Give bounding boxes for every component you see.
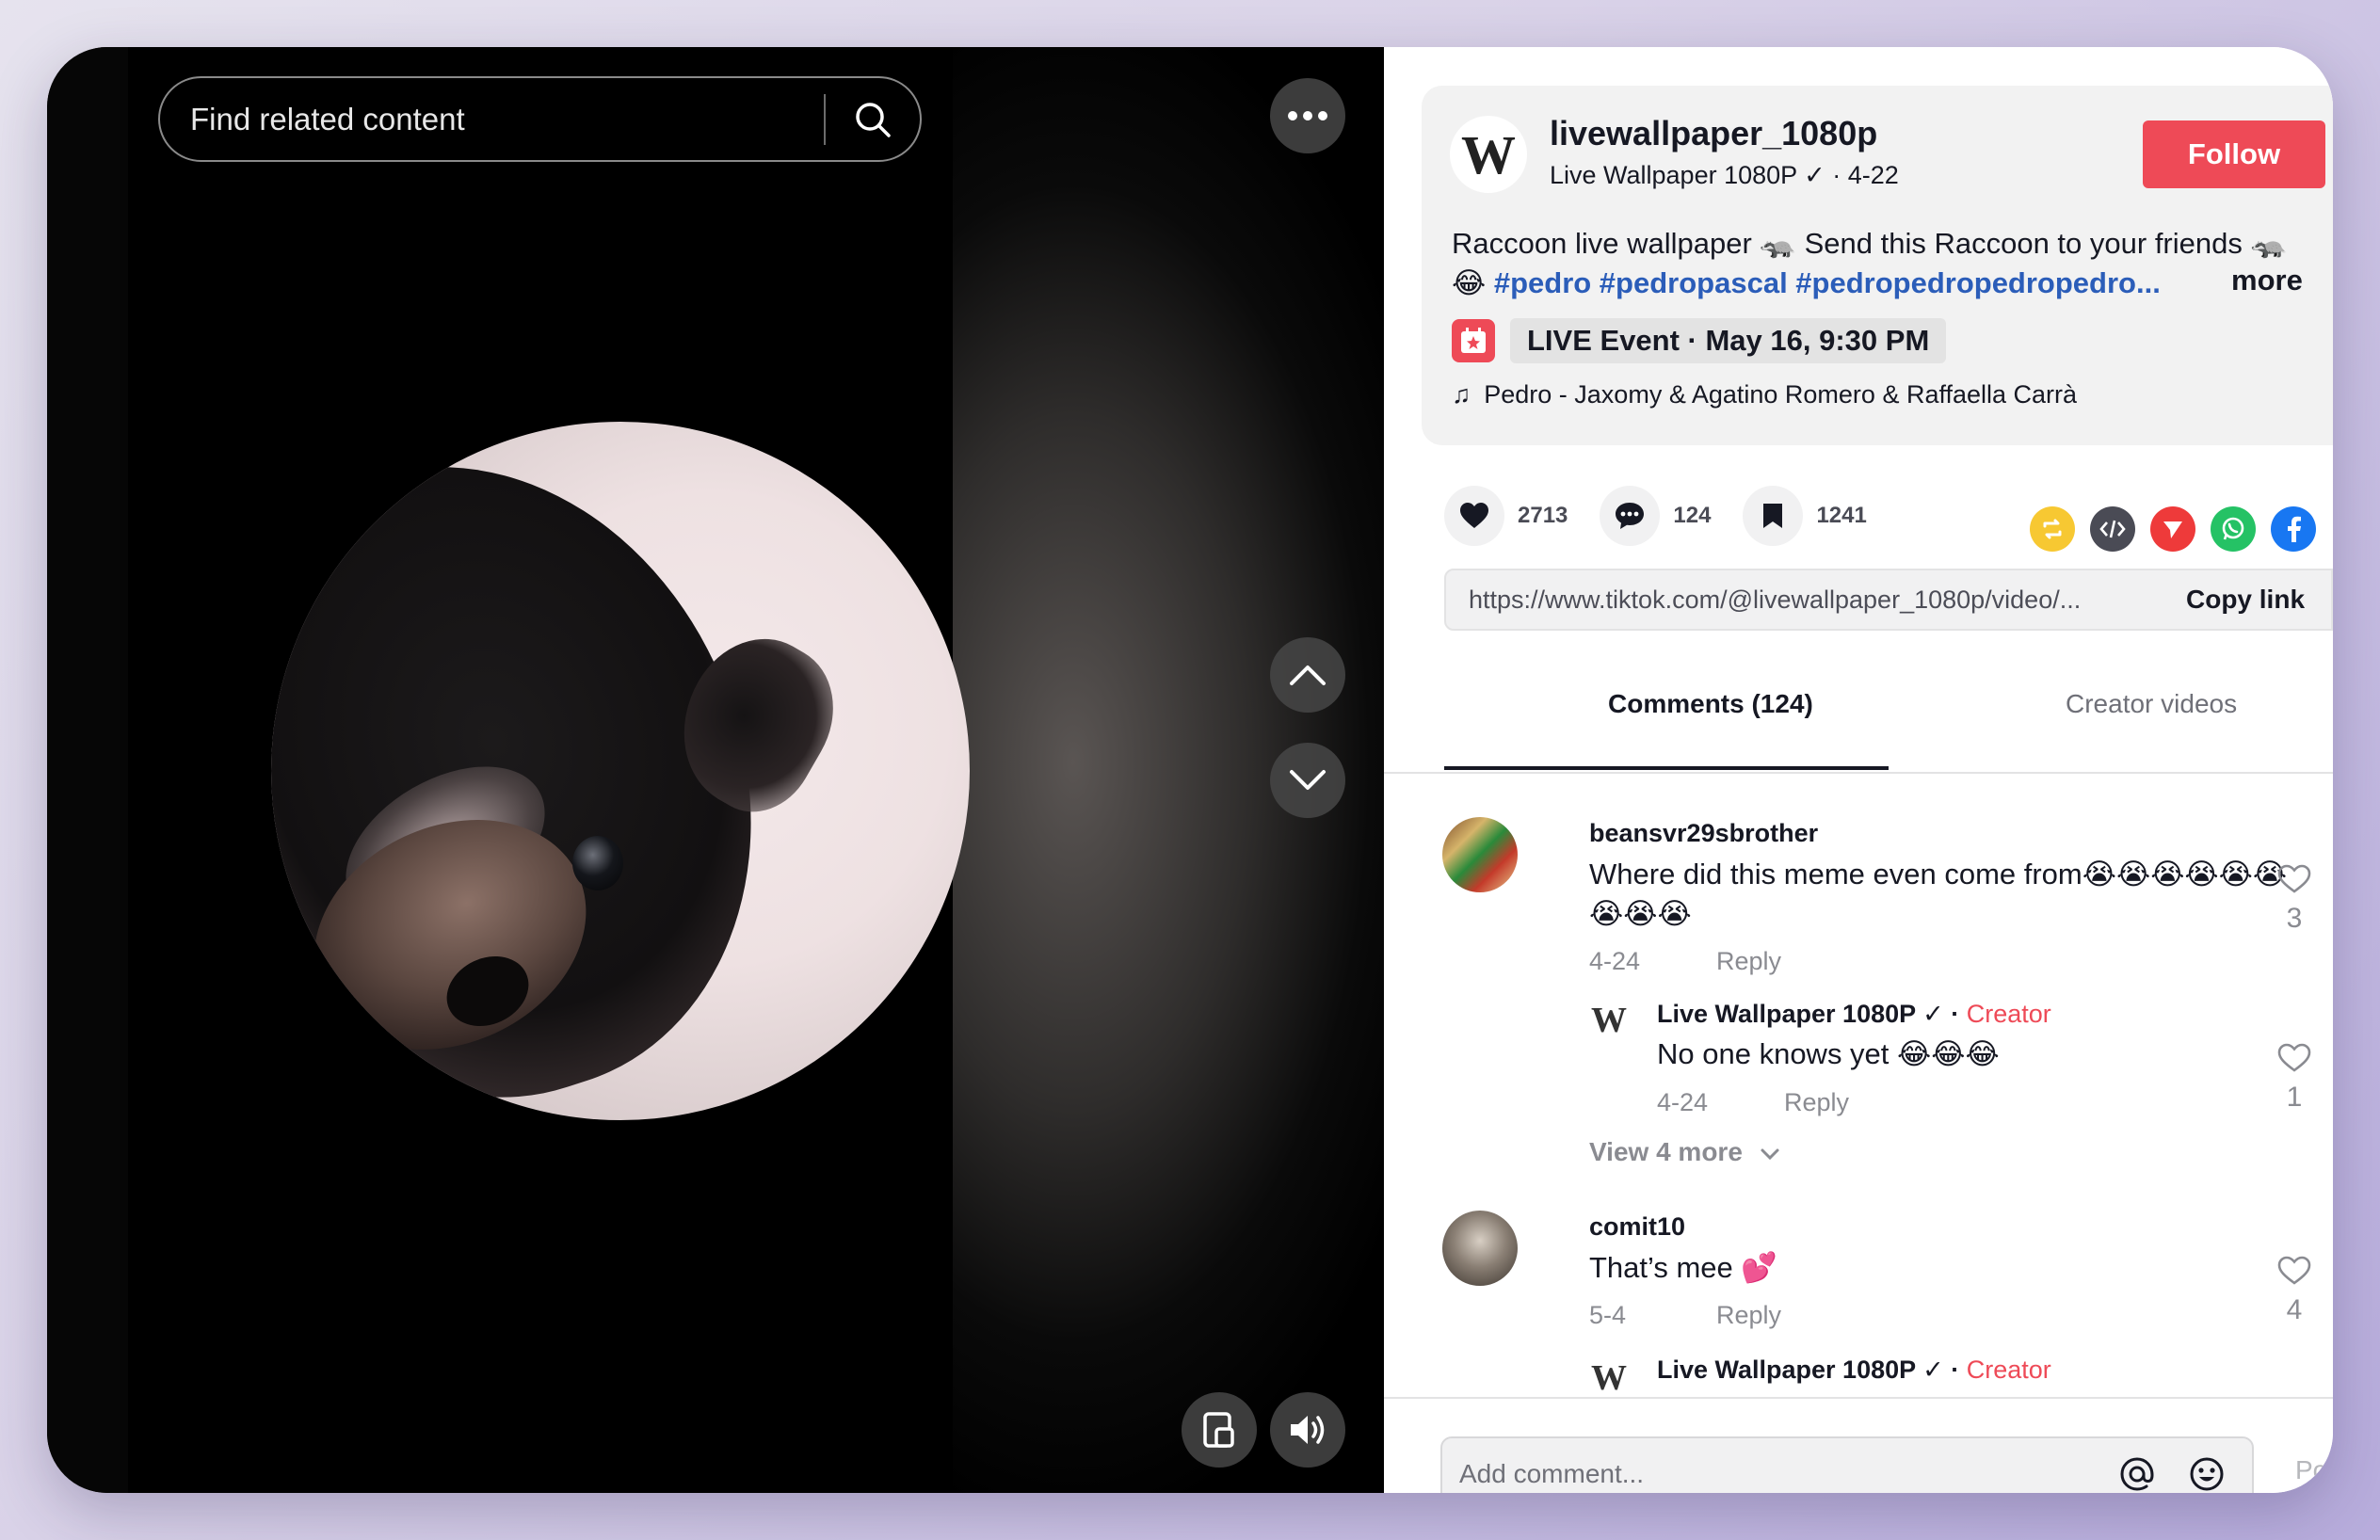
comment-like-count: 4 (2286, 1294, 2303, 1325)
video-frame[interactable] (128, 47, 970, 1493)
like-count: 2713 (1518, 503, 1568, 528)
music-title: Pedro - Jaxomy & Agatino Romero & Raffae… (1484, 380, 2078, 409)
mention-icon[interactable] (2113, 1450, 2162, 1493)
post-comment-button[interactable]: Post (2295, 1455, 2333, 1485)
commenter-avatar[interactable] (1442, 1211, 1518, 1286)
author-avatar[interactable]: W (1450, 116, 1527, 193)
comment-text: That’s mee 💕 (1589, 1251, 1777, 1284)
video-edge (47, 47, 128, 1493)
save-button[interactable]: 1241 (1743, 486, 1867, 546)
live-event-row[interactable]: LIVE Event · May 16, 9:30 PM (1452, 318, 1947, 363)
previous-video-button[interactable] (1270, 637, 1345, 713)
chevron-down-icon (1290, 770, 1326, 790)
calendar-star-icon (1452, 319, 1495, 362)
creator-badge: Creator (1966, 1356, 2051, 1384)
reply-date: 4-24 (1657, 1088, 1709, 1116)
share-options (2030, 506, 2333, 552)
comment-username[interactable]: beansvr29sbrother (1589, 819, 1818, 848)
music-note-icon: ♫ (1452, 380, 1471, 409)
description-more-link[interactable]: more (2231, 264, 2303, 297)
creator-avatar[interactable]: W (1591, 1000, 1627, 1041)
reply-like-button[interactable]: 1 (2275, 1043, 2313, 1114)
raccoon-video-image (271, 422, 970, 1120)
follow-button[interactable]: Follow (2143, 120, 2325, 188)
heart-outline-icon (2277, 1043, 2311, 1072)
comment-reply-button[interactable]: Reply (1716, 947, 1781, 976)
panel-tabs: Comments (124) Creator videos (1384, 668, 2333, 774)
reply-text: No one knows yet 😂😂😂 (1657, 1037, 2000, 1070)
comment-like-button[interactable]: 4 (2275, 1256, 2313, 1326)
bookmark-icon (1763, 504, 1783, 528)
speaker-icon (1291, 1416, 1325, 1444)
search-icon (856, 102, 891, 137)
comment-username[interactable]: comit10 (1589, 1212, 1685, 1242)
embed-code-icon[interactable] (2090, 506, 2135, 552)
view-more-replies[interactable]: View 4 more (1589, 1137, 1780, 1167)
comment-text: Where did this meme even come from😭😭😭😭😭😭 (1589, 858, 2288, 890)
tab-comments[interactable]: Comments (124) (1608, 689, 1813, 719)
reply-username[interactable]: Live Wallpaper 1080P ✓ · Creator (1657, 1356, 2051, 1385)
heart-icon (1460, 503, 1488, 528)
whatsapp-icon[interactable] (2211, 506, 2256, 552)
share-arrow-icon[interactable] (2331, 506, 2333, 552)
volume-button[interactable] (1270, 1392, 1345, 1468)
facebook-icon[interactable] (2271, 506, 2316, 552)
comment-input[interactable] (1442, 1438, 2113, 1493)
emoji-icon[interactable] (2182, 1450, 2231, 1493)
next-video-button[interactable] (1270, 743, 1345, 818)
comment-like-button[interactable]: 3 (2275, 864, 2313, 935)
comment-text-continued: 😭😭😭 (1589, 897, 1692, 930)
comment-bubble-icon (1616, 503, 1645, 529)
chevron-up-icon (1290, 666, 1326, 685)
hashtags[interactable]: #pedro #pedropascal #pedropedropedropedr… (1494, 266, 2161, 299)
comment-input-box (1440, 1436, 2254, 1493)
search-button[interactable] (826, 78, 920, 160)
reply-like-count: 1 (2286, 1082, 2303, 1113)
video-link-url[interactable]: https://www.tiktok.com/@livewallpaper_10… (1469, 586, 2169, 615)
comment-date: 4-24 (1589, 947, 1641, 975)
heart-outline-icon (2277, 1256, 2311, 1285)
comment-date: 5-4 (1589, 1301, 1627, 1329)
share-link-box: https://www.tiktok.com/@livewallpaper_10… (1444, 569, 2333, 631)
reply-reply-button[interactable]: Reply (1784, 1088, 1849, 1117)
save-count: 1241 (1816, 503, 1867, 528)
floating-player-icon (1203, 1412, 1234, 1448)
comment-reply-button[interactable]: Reply (1716, 1301, 1781, 1330)
more-options-button[interactable] (1270, 78, 1345, 153)
comment-list[interactable]: beansvr29sbrother Where did this meme ev… (1384, 776, 2333, 1397)
music-row[interactable]: ♫ Pedro - Jaxomy & Agatino Romero & Raff… (1452, 380, 2077, 409)
live-event-label: LIVE Event · May 16, 9:30 PM (1510, 318, 1947, 363)
video-player[interactable] (47, 47, 1384, 1493)
search-input[interactable] (160, 78, 824, 160)
video-info-card: W livewallpaper_1080p Live Wallpaper 108… (1422, 86, 2333, 445)
commenter-avatar[interactable] (1442, 817, 1518, 892)
creator-badge: Creator (1966, 1000, 2051, 1028)
details-panel: W livewallpaper_1080p Live Wallpaper 108… (1384, 47, 2333, 1493)
send-message-icon[interactable] (2150, 506, 2195, 552)
heart-outline-icon (2277, 864, 2311, 893)
more-dots-icon (1288, 111, 1327, 120)
creator-avatar[interactable]: W (1591, 1357, 1627, 1397)
video-description: Raccoon live wallpaper 🦡 Send this Racco… (1452, 224, 2318, 303)
comment-count: 124 (1673, 503, 1712, 528)
tab-creator-videos[interactable]: Creator videos (2066, 689, 2237, 719)
related-search (158, 76, 922, 162)
active-tab-indicator (1444, 766, 1889, 770)
comment-composer: Post (1384, 1397, 2333, 1493)
picture-in-picture-button[interactable] (1182, 1392, 1257, 1468)
app-window: W livewallpaper_1080p Live Wallpaper 108… (47, 47, 2333, 1493)
engagement-actions: 2713 124 1241 (1444, 486, 1899, 546)
author-handle[interactable]: livewallpaper_1080p (1550, 114, 1877, 153)
copy-link-button[interactable]: Copy link (2186, 585, 2305, 615)
chevron-down-icon (1761, 1148, 1779, 1161)
reply-username[interactable]: Live Wallpaper 1080P ✓ · Creator (1657, 1000, 2051, 1029)
comment-button[interactable]: 124 (1600, 486, 1711, 546)
like-button[interactable]: 2713 (1444, 486, 1568, 546)
repost-icon[interactable] (2030, 506, 2075, 552)
author-subtitle: Live Wallpaper 1080P ✓ · 4-22 (1550, 161, 1899, 189)
comment-like-count: 3 (2286, 903, 2303, 934)
